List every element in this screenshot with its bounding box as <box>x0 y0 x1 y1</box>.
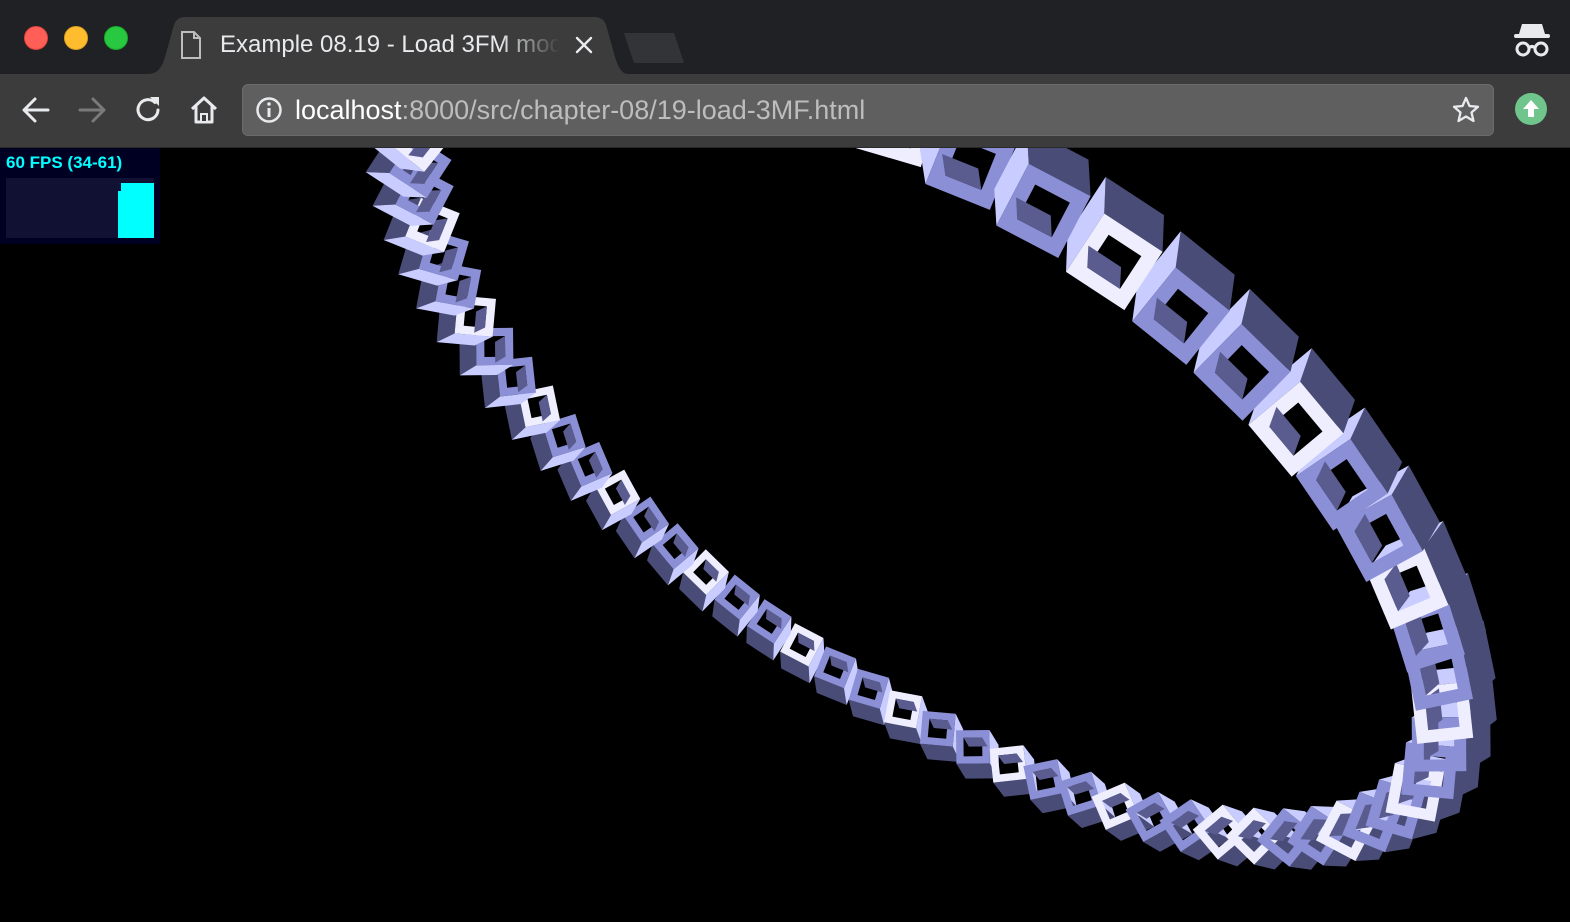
fps-graph <box>6 178 154 238</box>
window-close-button[interactable] <box>24 26 48 50</box>
cube-front-face <box>989 745 1027 783</box>
back-arrow-icon[interactable] <box>18 92 54 128</box>
home-icon[interactable] <box>186 92 222 128</box>
new-tab-button[interactable] <box>622 33 686 63</box>
page-icon <box>181 31 201 59</box>
forward-arrow-icon[interactable] <box>74 92 110 128</box>
url-path: :8000/src/chapter-08/19-load-3MF.html <box>401 95 866 125</box>
browser-window: Example 08.19 - Load 3FM model localhost… <box>0 0 1570 922</box>
address-bar[interactable]: localhost:8000/src/chapter-08/19-load-3M… <box>242 84 1494 136</box>
fps-readout: 60 FPS (34-61) <box>6 153 123 172</box>
tab-title: Example 08.19 - Load 3FM model <box>220 31 560 58</box>
tab-strip: Example 08.19 - Load 3FM model <box>0 0 1570 74</box>
webgl-viewport[interactable]: 60 FPS (34-61) <box>0 148 1570 922</box>
url-text: localhost:8000/src/chapter-08/19-load-3M… <box>295 94 865 126</box>
cube-front-face <box>884 690 923 729</box>
bookmark-star-icon[interactable] <box>1451 95 1481 125</box>
info-icon[interactable] <box>255 96 283 124</box>
window-maximize-button[interactable] <box>104 26 128 50</box>
fps-stats-panel[interactable]: 60 FPS (34-61) <box>0 148 160 244</box>
incognito-icon <box>1514 24 1550 57</box>
tab-close-icon[interactable] <box>572 33 596 57</box>
url-host: localhost <box>295 95 402 125</box>
browser-toolbar: localhost:8000/src/chapter-08/19-load-3M… <box>0 74 1570 148</box>
cube-front-face <box>956 730 990 764</box>
reload-icon[interactable] <box>130 92 166 128</box>
fps-graph-bar <box>151 183 154 238</box>
3d-model-canvas[interactable] <box>0 148 1570 922</box>
active-tab[interactable]: Example 08.19 - Load 3FM model <box>148 17 628 74</box>
update-extension-icon[interactable] <box>1514 92 1548 126</box>
window-minimize-button[interactable] <box>64 26 88 50</box>
cube-front-face <box>1023 759 1065 800</box>
